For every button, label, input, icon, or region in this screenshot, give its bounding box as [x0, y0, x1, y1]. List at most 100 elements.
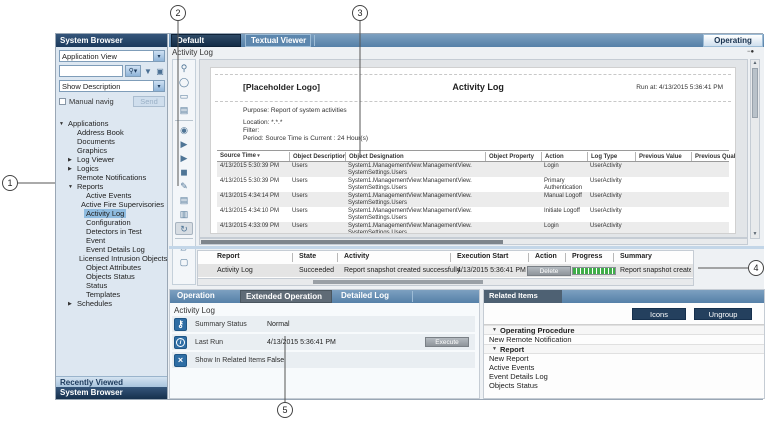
tree-item-detectors-in-test[interactable]: Detectors in Test: [56, 227, 166, 236]
recently-viewed-bar[interactable]: Recently Viewed: [56, 376, 167, 387]
scrollbar-thumb[interactable]: [313, 280, 483, 284]
tab-default[interactable]: Default: [171, 34, 241, 47]
system-browser-bar[interactable]: System Browser: [56, 387, 167, 399]
related-item-new-report[interactable]: New Report: [484, 355, 764, 363]
search-icon[interactable]: ⚲: [175, 62, 193, 75]
discard-icon[interactable]: ▢: [175, 256, 193, 269]
related-item-active-events[interactable]: Active Events: [484, 364, 764, 372]
description-selector[interactable]: Show Description ▾: [59, 80, 165, 92]
snapshot-icon[interactable]: ↻: [175, 222, 193, 235]
column-header-action[interactable]: Action: [541, 152, 587, 161]
column-header-previous-value[interactable]: Previous Value: [635, 152, 691, 161]
tree-item-remote-notifications[interactable]: Remote Notifications: [56, 173, 166, 182]
tab-operation[interactable]: Operation: [172, 290, 236, 303]
manual-nav-checkbox[interactable]: [59, 98, 66, 105]
horizontal-scrollbar[interactable]: [199, 238, 748, 245]
property-value: 4/13/2015 5:36:41 PM: [267, 339, 336, 346]
run-options-icon[interactable]: ▶: [175, 152, 193, 165]
status-column-report[interactable]: Report: [217, 253, 240, 260]
tree-item-active-fire-supervisories[interactable]: Active Fire Supervisories: [56, 200, 166, 209]
related-group-report[interactable]: ▼Report: [484, 344, 764, 354]
tree-item-address-book[interactable]: Address Book: [56, 128, 166, 137]
tree-item-applications[interactable]: ▼Applications: [56, 119, 166, 128]
print-icon[interactable]: ▤: [175, 104, 193, 117]
search-icon[interactable]: ⚲▾: [125, 65, 141, 77]
scrollbar-thumb[interactable]: [752, 68, 758, 118]
page-width-icon[interactable]: ▭: [175, 90, 193, 103]
auto-hide-pin-icon[interactable]: −●: [747, 49, 754, 55]
status-column-action[interactable]: Action: [535, 253, 557, 260]
activity-table-header: Source Time ▾Object DescriptionObject De…: [217, 150, 729, 162]
status-column-summary[interactable]: Summary: [620, 253, 652, 260]
tree-item-label: Address Book: [75, 128, 126, 137]
column-header-previous-quality[interactable]: Previous Quality: [691, 152, 736, 161]
tree-item-logics[interactable]: ▶Logics: [56, 164, 166, 173]
status-column-progress[interactable]: Progress: [572, 253, 602, 260]
tab-extended-operation[interactable]: Extended Operation: [240, 290, 332, 303]
tab-textual-viewer[interactable]: Textual Viewer: [245, 34, 311, 47]
scroll-up-icon[interactable]: ▲: [751, 60, 759, 67]
status-column-activity[interactable]: Activity: [344, 253, 369, 260]
tree-item-status[interactable]: Status: [56, 281, 166, 290]
view-selector[interactable]: Application View ▾: [59, 50, 165, 62]
cell: System1.ManagementView:ManagementView. S…: [345, 177, 485, 192]
related-item-new-remote-notification[interactable]: New Remote Notification: [484, 336, 764, 344]
cell: System1.ManagementView:ManagementView. S…: [345, 192, 485, 207]
sort-icon[interactable]: ▾: [256, 153, 260, 159]
tree-item-event[interactable]: Event: [56, 236, 166, 245]
ungroup-button[interactable]: Ungroup: [694, 308, 752, 320]
tree-item-schedules[interactable]: ▶Schedules: [56, 299, 166, 308]
related-group-operating-procedure[interactable]: ▼Operating Procedure: [484, 325, 764, 335]
tab-related-items[interactable]: Related Items: [484, 290, 562, 303]
tree-item-reports[interactable]: ▼Reports: [56, 182, 166, 191]
save-icon[interactable]: ▣: [155, 67, 165, 76]
status-column-state[interactable]: State: [299, 253, 316, 260]
tree-item-objects-status[interactable]: Objects Status: [56, 272, 166, 281]
pane-splitter[interactable]: [169, 246, 764, 249]
chevron-down-icon[interactable]: ▾: [153, 51, 164, 61]
tree-item-active-events[interactable]: Active Events: [56, 191, 166, 200]
tree-item-licensed-intrusion-objects[interactable]: Licensed Intrusion Objects: [56, 254, 166, 263]
status-horizontal-scrollbar[interactable]: [198, 278, 693, 285]
cell: UserActivity: [587, 222, 635, 231]
tree-item-log-viewer[interactable]: ▶Log Viewer: [56, 155, 166, 164]
edit-icon[interactable]: ✎: [175, 180, 193, 193]
table-row: 4/13/2015 5:30:39 PMUsersSystem1.Managem…: [217, 162, 729, 177]
export-pdf-icon[interactable]: ▤: [175, 194, 193, 207]
vertical-scrollbar[interactable]: ▲ ▼: [750, 59, 760, 239]
delete-button[interactable]: Delete: [527, 266, 571, 276]
filter-icon[interactable]: ▼: [143, 67, 153, 76]
related-item-objects-status[interactable]: Objects Status: [484, 382, 764, 390]
record-icon[interactable]: ◉: [175, 124, 193, 137]
operation-pane: Operation Extended Operation Detailed Lo…: [169, 289, 480, 399]
tree-item-graphics[interactable]: Graphics: [56, 146, 166, 155]
chevron-down-icon[interactable]: ▾: [153, 81, 164, 91]
property-value: Normal: [267, 321, 290, 328]
tree-item-configuration[interactable]: Configuration: [56, 218, 166, 227]
column-header-source-time[interactable]: Source Time ▾: [217, 152, 289, 161]
scrollbar-thumb[interactable]: [201, 240, 503, 244]
send-button[interactable]: Send: [133, 96, 165, 107]
tree-item-event-details-log[interactable]: Event Details Log: [56, 245, 166, 254]
icons-button[interactable]: Icons: [632, 308, 686, 320]
tab-detailed-log[interactable]: Detailed Log: [336, 290, 398, 303]
tree-item-object-attributes[interactable]: Object Attributes: [56, 263, 166, 272]
status-column-execution-start[interactable]: Execution Start: [457, 253, 508, 260]
cell: 4/13/2015 5:30:39 PM: [217, 162, 289, 171]
column-header-log-type[interactable]: Log Type: [587, 152, 635, 161]
column-header-object-designation[interactable]: Object Designation: [345, 152, 485, 161]
tree-item-activity-log[interactable]: Activity Log: [56, 209, 166, 218]
related-item-event-details-log[interactable]: Event Details Log: [484, 373, 764, 381]
scroll-down-icon[interactable]: ▼: [751, 231, 759, 238]
export-excel-icon[interactable]: ▥: [175, 208, 193, 221]
zoom-icon[interactable]: ◯: [175, 76, 193, 89]
tree-item-templates[interactable]: Templates: [56, 290, 166, 299]
tree-item-documents[interactable]: Documents: [56, 137, 166, 146]
stop-icon[interactable]: ◼: [175, 166, 193, 179]
column-header-object-description[interactable]: Object Description: [289, 152, 345, 161]
run-report-icon[interactable]: ▶: [175, 138, 193, 151]
column-header-object-property[interactable]: Object Property: [485, 152, 541, 161]
search-input[interactable]: [59, 65, 123, 77]
tab-operating[interactable]: Operating: [703, 34, 763, 47]
execute-button[interactable]: Execute: [425, 337, 469, 347]
